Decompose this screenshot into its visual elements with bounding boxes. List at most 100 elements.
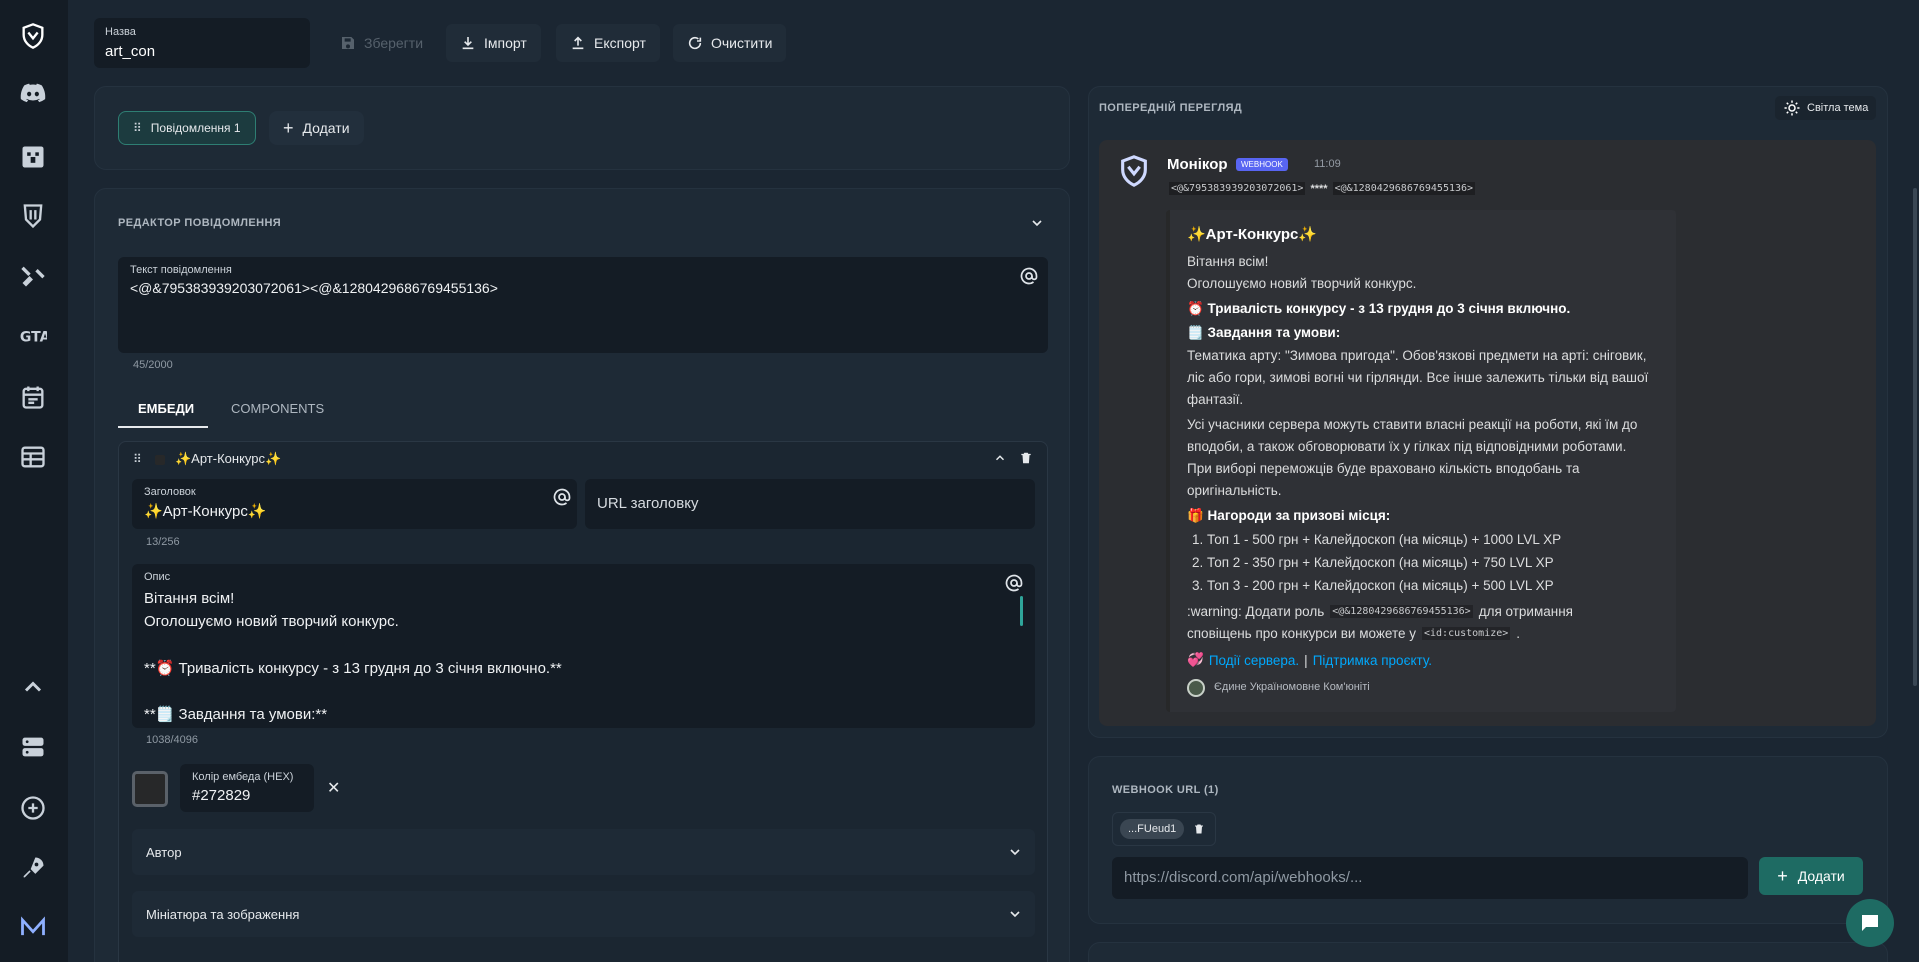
save-label: Зберегти bbox=[364, 35, 424, 51]
embed-preview: ✨Арт-Конкурс✨ Вітання всім! Оголошуємо н… bbox=[1166, 210, 1676, 712]
clear-button[interactable]: Очистити bbox=[673, 24, 787, 62]
embed-header-title: ✨Арт-Конкурс✨ bbox=[175, 451, 282, 466]
export-label: Експорт bbox=[594, 35, 646, 51]
embed-line: вподоби, а також обговорювати їх у гілка… bbox=[1187, 439, 1627, 454]
embed-box: ⠿ ✨Арт-Конкурс✨ Заголовок ✨Арт-Конкурс✨ … bbox=[118, 441, 1048, 962]
editor-panel: РЕДАКТОР ПОВІДОМЛЕННЯ Текст повідомлення… bbox=[94, 188, 1070, 962]
webhook-chip[interactable]: ...FUeud1 bbox=[1120, 819, 1185, 839]
drag-handle-icon: ⠿ bbox=[133, 121, 142, 135]
rocket-icon[interactable] bbox=[16, 851, 50, 885]
shield-logo-icon[interactable] bbox=[16, 19, 50, 53]
author-section[interactable]: Автор bbox=[132, 829, 1035, 875]
mention-separator: **** bbox=[1310, 182, 1328, 195]
footer-icon bbox=[1187, 679, 1205, 697]
prize-item: 3. Топ 3 - 200 грн + Калейдоскоп (на міс… bbox=[1192, 578, 1554, 593]
description-scrollbar[interactable] bbox=[1020, 596, 1023, 626]
calendar-icon[interactable] bbox=[16, 380, 50, 414]
tab-active-indicator bbox=[118, 426, 208, 428]
embed-line: оригінальність. bbox=[1187, 483, 1282, 498]
prize-item: 2. Топ 2 - 350 грн + Калейдоскоп (на міс… bbox=[1192, 555, 1554, 570]
name-field[interactable]: Назва art_con bbox=[94, 18, 310, 68]
images-label: Мініатюра та зображення bbox=[146, 906, 300, 922]
webhook-url-placeholder[interactable]: https://discord.com/api/webhooks/... bbox=[1124, 869, 1736, 886]
sun-icon bbox=[1783, 99, 1801, 117]
gamepad-icon[interactable] bbox=[16, 259, 50, 293]
dota-icon[interactable] bbox=[16, 199, 50, 233]
add-webhook-label: Додати bbox=[1797, 868, 1845, 884]
import-button[interactable]: Імпорт bbox=[446, 24, 541, 62]
minecraft-icon[interactable] bbox=[16, 140, 50, 174]
save-button[interactable]: Зберегти bbox=[326, 24, 437, 62]
svg-text:GTA: GTA bbox=[20, 330, 47, 346]
add-webhook-button[interactable]: + Додати bbox=[1759, 857, 1863, 895]
message-text-field[interactable]: Текст повідомлення <@&795383939203072061… bbox=[118, 257, 1048, 353]
embed-color-picker[interactable] bbox=[132, 771, 168, 807]
light-theme-button[interactable]: Світла тема bbox=[1775, 96, 1877, 120]
server-events-link[interactable]: Події сервера. bbox=[1209, 653, 1299, 668]
chevron-up-icon[interactable] bbox=[16, 670, 50, 704]
name-label: Назва bbox=[105, 26, 136, 38]
support-link[interactable]: Підтримка проєкту. bbox=[1313, 653, 1432, 668]
discord-preview: Монікор WEBHOOK 11:09 <@&795383939203072… bbox=[1099, 140, 1876, 726]
plus-circle-icon[interactable] bbox=[16, 791, 50, 825]
embed-description-label: Опис bbox=[144, 571, 171, 583]
embed-color-field[interactable]: Колір ембеда (HEX) #272829 bbox=[180, 764, 314, 812]
embed-description-counter: 1038/4096 bbox=[146, 734, 198, 746]
embed-description-field[interactable]: Опис Вітання всім! Оголошуємо новий твор… bbox=[132, 564, 1035, 728]
page-scrollbar[interactable] bbox=[1913, 188, 1917, 686]
embed-line: Тематика арту: "Зимова пригода". Обов'яз… bbox=[1187, 348, 1647, 363]
export-button[interactable]: Експорт bbox=[556, 24, 660, 62]
prize-item: 1. Топ 1 - 500 грн + Калейдоскоп (на міс… bbox=[1192, 532, 1562, 547]
collapse-editor-icon[interactable] bbox=[1029, 215, 1045, 231]
mention-icon[interactable] bbox=[1020, 267, 1038, 285]
desc-line: **🗒️ Завдання та умови:** bbox=[144, 706, 328, 723]
server-icon[interactable] bbox=[16, 730, 50, 764]
delete-webhook-icon[interactable] bbox=[1193, 823, 1205, 835]
name-value[interactable]: art_con bbox=[105, 43, 299, 60]
notify-dot: . bbox=[1516, 626, 1521, 641]
embed-color-value[interactable]: #272829 bbox=[192, 787, 302, 804]
add-message-button[interactable]: + Додати bbox=[269, 111, 364, 145]
embed-title-value[interactable]: ✨Арт-Конкурс✨ bbox=[144, 502, 565, 520]
tab-embeds[interactable]: ЕМБЕДИ bbox=[138, 401, 194, 416]
discord-icon[interactable] bbox=[16, 76, 50, 110]
webhook-badge: WEBHOOK bbox=[1236, 158, 1288, 171]
embed-url-placeholder[interactable]: URL заголовку bbox=[597, 495, 1023, 512]
embed-line: ⏰ Тривалість конкурсу - з 13 грудня до 3… bbox=[1187, 301, 1571, 316]
message-text-value[interactable]: <@&795383939203072061><@&128042968676945… bbox=[130, 280, 1036, 296]
images-section[interactable]: Мініатюра та зображення bbox=[132, 891, 1035, 937]
collapse-embed-icon[interactable] bbox=[993, 451, 1007, 465]
message-text-label: Текст повідомлення bbox=[130, 264, 232, 276]
webhook-title: WEBHOOK URL (1) bbox=[1112, 784, 1219, 796]
chevron-down-icon bbox=[1007, 906, 1023, 922]
embed-title-field[interactable]: Заголовок ✨Арт-Конкурс✨ bbox=[132, 479, 577, 529]
warning-suffix: для отримання bbox=[1478, 604, 1573, 619]
embed-url-field[interactable]: URL заголовку bbox=[585, 479, 1035, 529]
embed-drag-handle-icon[interactable]: ⠿ bbox=[133, 452, 142, 466]
notify-line: сповіщень про конкурси ви можете у <id:c… bbox=[1187, 626, 1520, 641]
author-label: Автор bbox=[146, 844, 182, 860]
notify-prefix: сповіщень про конкурси ви можете у bbox=[1187, 626, 1416, 641]
embed-line: 🗒️ Завдання та умови: bbox=[1187, 325, 1341, 340]
chat-icon bbox=[1858, 911, 1882, 935]
delete-embed-icon[interactable] bbox=[1019, 451, 1033, 465]
description-mention-icon[interactable] bbox=[1005, 574, 1023, 592]
notify-code: <id:customize> bbox=[1421, 627, 1511, 640]
title-mention-icon[interactable] bbox=[553, 488, 571, 506]
tab-components[interactable]: COMPONENTS bbox=[231, 401, 324, 416]
plus-icon: + bbox=[283, 117, 294, 138]
warning-role: <@&1280429686769455136> bbox=[1330, 605, 1473, 618]
webhook-url-input[interactable]: https://discord.com/api/webhooks/... bbox=[1112, 857, 1748, 899]
clear-color-icon[interactable]: ✕ bbox=[327, 778, 340, 798]
add-message-label: Додати bbox=[302, 120, 350, 136]
message-content: <@&795383939203072061> **** <@&128042968… bbox=[1169, 182, 1476, 195]
gta-icon[interactable]: GTA bbox=[16, 319, 50, 353]
m-logo-icon[interactable] bbox=[16, 910, 50, 944]
message-tab-1[interactable]: ⠿ Повідомлення 1 bbox=[118, 111, 256, 145]
chevron-down-icon bbox=[1007, 844, 1023, 860]
chat-button[interactable] bbox=[1846, 899, 1894, 947]
bot-name: Монікор bbox=[1167, 156, 1228, 173]
mention: <@&795383939203072061> bbox=[1169, 182, 1306, 195]
light-theme-label: Світла тема bbox=[1807, 102, 1869, 114]
table-icon[interactable] bbox=[16, 440, 50, 474]
